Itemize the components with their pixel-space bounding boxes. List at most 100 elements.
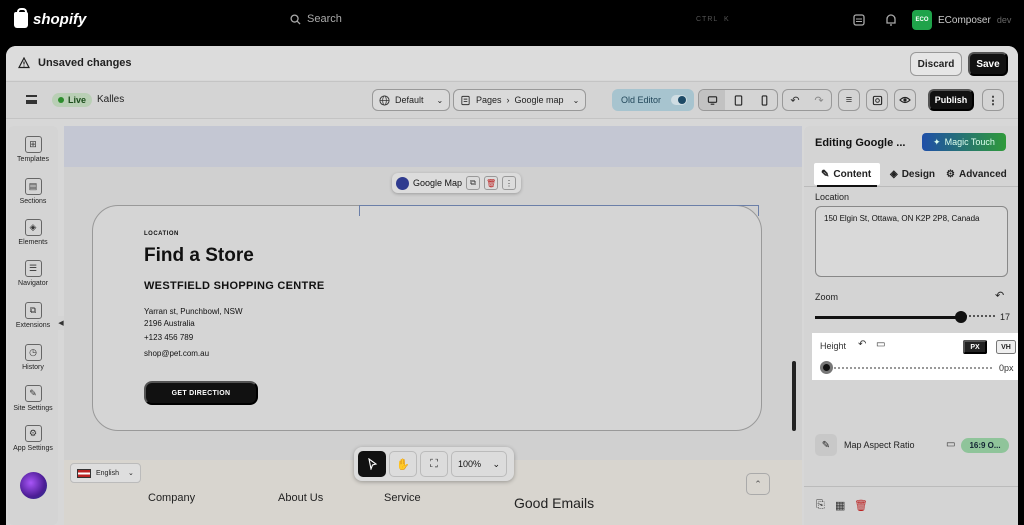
sidebar-item-extensions[interactable]: ⧉ Extensions <box>8 302 58 329</box>
trash-icon[interactable]: 🗑 <box>854 499 868 512</box>
store-name: EComposer <box>938 14 991 26</box>
shopify-logo[interactable]: shopify <box>14 7 86 28</box>
tab-label: Advanced <box>958 168 1007 180</box>
menu-icon[interactable] <box>26 95 37 104</box>
sidebar-item-elements[interactable]: ◈ Elements <box>8 219 58 246</box>
store-switcher[interactable]: ECO EComposer dev <box>912 10 1011 30</box>
theme-select-label: Default <box>395 95 424 105</box>
unit-vh-button[interactable]: VH <box>996 340 1016 354</box>
tab-content[interactable]: ✎ Content <box>814 163 880 187</box>
chevron-down-icon: ⌄ <box>127 470 134 477</box>
copy-icon[interactable]: ⎘ <box>816 499 825 512</box>
zoom-slider-track[interactable] <box>815 316 961 319</box>
map-aspect-ratio-row[interactable]: ✎ Map Aspect Ratio ▭ 16:9 O... <box>815 434 1010 458</box>
more-options-button[interactable]: ⋮ <box>982 89 1004 111</box>
fit-screen-icon: ⛶ <box>430 457 438 470</box>
sidebar-item-label: Extensions <box>15 322 51 329</box>
scroll-to-top-button[interactable]: ⌃ <box>746 473 770 495</box>
zoom-reset-icon[interactable]: ↶ <box>995 289 1004 302</box>
settings-sliders-button[interactable]: ≡ <box>838 89 860 111</box>
canvas-header-section <box>64 126 802 167</box>
footer-link-service[interactable]: Service <box>384 492 421 504</box>
save-button[interactable]: Save <box>968 52 1008 76</box>
duplicate-icon: ⧉ <box>470 178 476 187</box>
page-name: Google map <box>514 95 564 105</box>
notification-tray-icon[interactable] <box>852 13 866 27</box>
desktop-view-button[interactable] <box>699 90 725 110</box>
store-sub: dev <box>996 15 1012 25</box>
sidebar-item-sections[interactable]: ▤ Sections <box>8 178 58 205</box>
preview-button[interactable] <box>894 89 916 111</box>
chevron-left-icon: ◀ <box>58 320 64 327</box>
discard-button[interactable]: Discard <box>910 52 962 76</box>
sidebar-item-label: Templates <box>17 156 49 163</box>
zoom-select[interactable]: 100% ⌄ <box>451 451 507 477</box>
sidebar-item-navigator[interactable]: ☰ Navigator <box>8 260 58 287</box>
aspect-ratio-value[interactable]: 16:9 O... <box>961 438 1009 453</box>
magic-touch-button[interactable]: ✦ Magic Touch <box>922 133 1006 151</box>
address-line: Yarran st, Punchbowl, NSW <box>144 307 243 316</box>
tab-advanced[interactable]: ⚙ Advanced <box>946 163 1007 185</box>
mobile-view-button[interactable] <box>751 90 777 110</box>
find-store-title: Find a Store <box>144 245 254 266</box>
sidebar-item-label: Elements <box>18 239 48 246</box>
undo-button[interactable]: ↶ <box>783 90 807 110</box>
element-toolbar-chip[interactable]: Google Map ⧉ 🗑 ⋮ <box>392 173 522 193</box>
templates-icon: ⊞ <box>24 136 42 153</box>
page-select[interactable]: Pages › Google map ⌄ <box>453 89 587 111</box>
fit-screen-button[interactable]: ⛶ <box>420 451 448 477</box>
bell-icon[interactable] <box>884 13 898 27</box>
sidebar-item-label: App Settings <box>13 445 53 452</box>
store-email: shop@pet.com.au <box>144 349 210 358</box>
delete-element-button[interactable]: 🗑 <box>484 176 499 190</box>
editor-window: Unsaved changes Discard Save Live Kalles… <box>6 46 1018 525</box>
page-icon <box>461 95 470 105</box>
store-phone: +123 456 789 <box>144 333 194 342</box>
pan-tool-button[interactable]: ✋ <box>389 451 417 477</box>
navigator-icon: ☰ <box>24 260 42 277</box>
theme-select[interactable]: Default ⌄ <box>372 89 451 111</box>
tablet-view-button[interactable] <box>725 90 751 110</box>
trash-icon: 🗑 <box>485 178 497 188</box>
tab-design[interactable]: ◈ Design <box>890 163 935 185</box>
footer-link-about[interactable]: About Us <box>278 492 323 504</box>
get-direction-button[interactable]: GET DIRECTION <box>144 381 258 405</box>
save-template-icon[interactable]: ▦ <box>835 499 845 512</box>
location-textarea[interactable]: 150 Elgin St, Ottawa, ON K2P 2P8, Canada <box>815 206 1008 277</box>
sidebar-item-label: Sections <box>19 198 47 205</box>
unit-px-button[interactable]: PX <box>963 340 987 354</box>
height-label: Height <box>820 341 847 351</box>
zoom-slider-handle[interactable] <box>955 311 967 323</box>
hand-icon: ✋ <box>396 458 410 471</box>
height-slider-handle[interactable] <box>820 361 833 374</box>
undo-icon: ↶ <box>790 94 800 107</box>
element-more-button[interactable]: ⋮ <box>502 176 517 190</box>
panel-title: Editing Google ... <box>815 137 906 149</box>
redo-icon: ↷ <box>814 94 824 107</box>
height-reset-icon[interactable]: ↶ <box>858 339 866 350</box>
redo-button[interactable]: ↷ <box>807 90 831 110</box>
duplicate-button[interactable]: ⧉ <box>466 176 481 190</box>
old-editor-toggle[interactable]: Old Editor <box>612 89 694 111</box>
language-selector[interactable]: English ⌄ <box>70 463 141 483</box>
inspect-button[interactable] <box>866 89 888 111</box>
height-control: Height ↶ ▭ PX VH 0px <box>812 333 1018 380</box>
search-bar[interactable]: Search <box>290 13 740 25</box>
canvas-scrollbar[interactable] <box>792 361 796 431</box>
select-tool-button[interactable] <box>358 451 386 477</box>
location-label: Location <box>815 192 850 202</box>
sidebar-item-templates[interactable]: ⊞ Templates <box>8 136 58 163</box>
sidebar-item-history[interactable]: ◷ History <box>8 344 58 371</box>
globe-icon <box>379 94 390 106</box>
assistant-orb-icon[interactable] <box>20 472 47 499</box>
left-sidebar: ⊞ Templates ▤ Sections ◈ Elements ☰ Navigato… <box>8 126 58 525</box>
uk-flag-icon <box>77 468 91 478</box>
sidebar-item-site-settings[interactable]: ✎ Site Settings <box>8 385 58 412</box>
footer-link-company[interactable]: Company <box>148 492 195 504</box>
zoom-level: 100% <box>458 459 482 469</box>
zoom-value: 17 <box>1000 312 1011 322</box>
height-slider-track[interactable] <box>834 367 992 369</box>
store-avatar: ECO <box>912 10 932 30</box>
sidebar-item-app-settings[interactable]: ⚙ App Settings <box>8 425 58 452</box>
publish-button[interactable]: Publish <box>928 89 974 111</box>
